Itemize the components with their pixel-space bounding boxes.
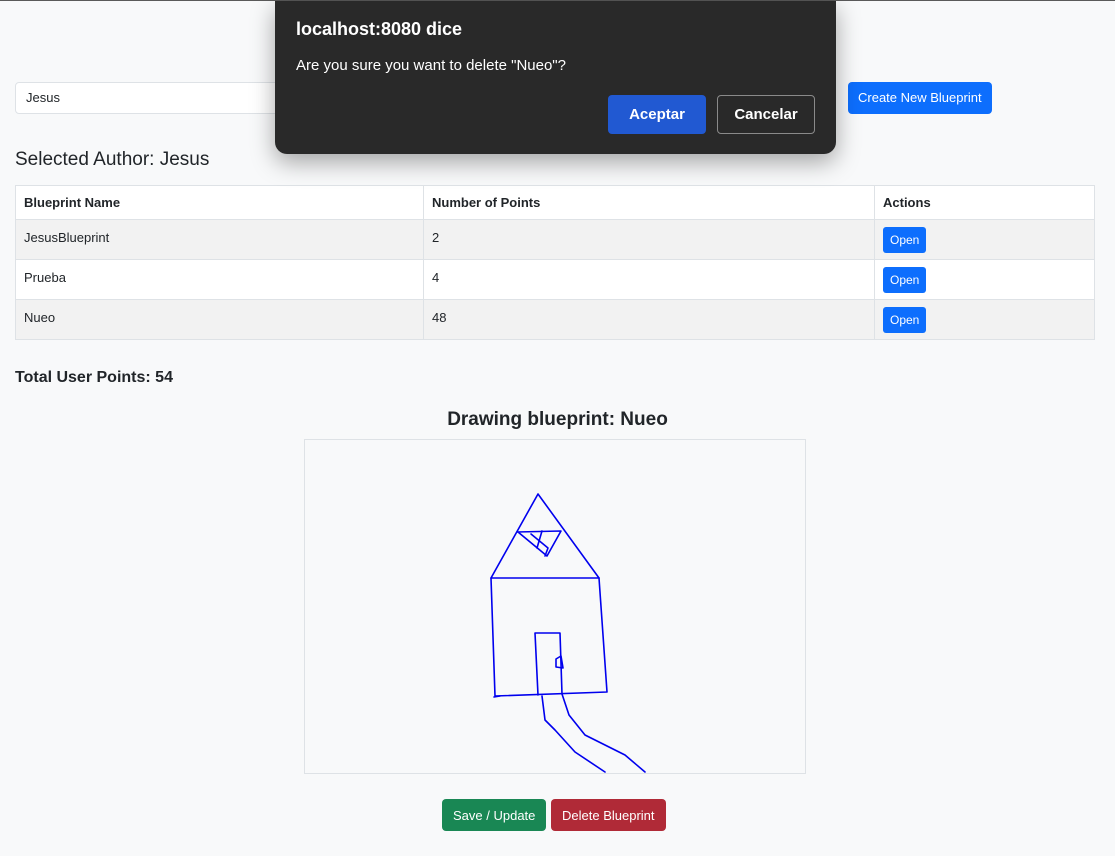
blueprint-drawing: [490, 493, 646, 773]
selected-author-heading: Selected Author: Jesus: [15, 149, 210, 170]
dialog-accept-button[interactable]: Aceptar: [608, 95, 706, 134]
drawing-title: Drawing blueprint: Nueo: [447, 409, 668, 430]
actions-cell: Open: [874, 299, 1095, 340]
blueprint-canvas[interactable]: [304, 439, 806, 774]
dialog-title: localhost:8080 dice: [296, 19, 463, 39]
delete-blueprint-button[interactable]: Delete Blueprint: [551, 799, 666, 831]
roof-stroke: [490, 493, 600, 579]
table-row: Prueba 4 Open: [15, 259, 1095, 300]
dialog-cancel-button[interactable]: Cancelar: [717, 95, 815, 134]
confirm-dialog: localhost:8080 dice Are you sure you wan…: [275, 1, 836, 154]
author-input[interactable]: Jesus: [15, 82, 285, 114]
door-knob-stroke: [555, 655, 564, 669]
create-blueprint-button[interactable]: Create New Blueprint: [848, 82, 992, 114]
actions-cell: Open: [874, 259, 1095, 300]
points-cell: 2: [423, 219, 875, 260]
table-row: Nueo 48 Open: [15, 299, 1095, 340]
ground-tick-stroke: [493, 695, 501, 698]
path-right-stroke: [561, 693, 646, 773]
header-number-of-points: Number of Points: [423, 185, 875, 220]
table-header-row: Blueprint Name Number of Points Actions: [15, 185, 1095, 220]
open-button[interactable]: Open: [883, 267, 927, 293]
header-blueprint-name: Blueprint Name: [15, 185, 424, 220]
open-button[interactable]: Open: [883, 307, 927, 333]
blueprint-name-cell: JesusBlueprint: [15, 219, 424, 260]
actions-cell: Open: [874, 219, 1095, 260]
blueprint-name-cell: Prueba: [15, 259, 424, 300]
table-row: JesusBlueprint 2 Open: [15, 219, 1095, 260]
total-user-points: Total User Points: 54: [15, 369, 173, 386]
points-cell: 48: [423, 299, 875, 340]
door-stroke: [534, 632, 563, 696]
walls-stroke: [490, 577, 608, 697]
blueprint-name-cell: Nueo: [15, 299, 424, 340]
blueprints-table: Blueprint Name Number of Points Actions …: [15, 185, 1095, 340]
open-button[interactable]: Open: [883, 227, 927, 253]
dialog-message: Are you sure you want to delete "Nueo"?: [296, 57, 566, 74]
path-left-stroke: [541, 695, 606, 773]
points-cell: 4: [423, 259, 875, 300]
header-actions: Actions: [874, 185, 1095, 220]
save-update-button[interactable]: Save / Update: [442, 799, 547, 831]
